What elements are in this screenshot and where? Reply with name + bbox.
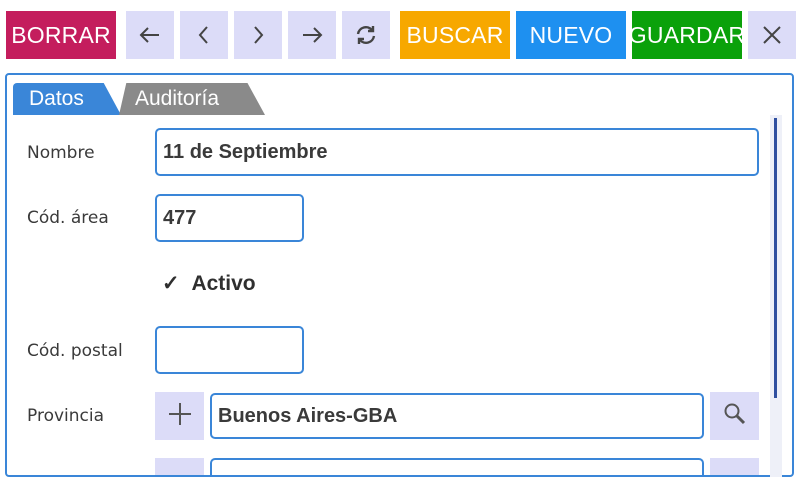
refresh-button[interactable] (342, 11, 390, 59)
tab-datos-label: Datos (29, 87, 84, 110)
check-icon: ✓ (162, 272, 180, 295)
provincia-input[interactable]: Buenos Aires-GBA (210, 393, 704, 439)
next-record-button[interactable] (234, 11, 282, 59)
refresh-icon (353, 22, 379, 48)
nombre-value: 11 de Septiembre (163, 140, 328, 163)
chevron-right-icon (245, 22, 271, 48)
add-provincia-button[interactable] (155, 392, 204, 440)
cod-postal-input[interactable] (155, 326, 304, 374)
arrow-left-icon (137, 22, 163, 48)
borrar-button[interactable]: BORRAR (6, 11, 116, 59)
first-record-button[interactable] (126, 11, 174, 59)
previous-record-button[interactable] (180, 11, 228, 59)
search-provincia-button[interactable] (710, 392, 759, 440)
guardar-label: GUARDAR (628, 21, 746, 48)
close-icon (760, 23, 784, 47)
provincia-label: Provincia (27, 406, 105, 426)
activo-label: Activo (191, 272, 256, 295)
guardar-button[interactable]: GUARDAR (628, 11, 746, 59)
plus-icon (167, 401, 193, 431)
borrar-label: BORRAR (11, 21, 111, 48)
chevron-left-icon (191, 22, 217, 48)
buscar-label: BUSCAR (406, 21, 504, 48)
search-icon (722, 401, 748, 431)
close-button[interactable] (748, 11, 796, 59)
scrollbar-thumb[interactable] (774, 118, 777, 398)
tab-datos[interactable]: Datos (13, 83, 121, 115)
cod-area-input[interactable]: 477 (155, 194, 304, 242)
nuevo-button[interactable]: NUEVO (516, 11, 626, 59)
nombre-label: Nombre (27, 143, 95, 163)
cod-area-value: 477 (163, 206, 197, 229)
buscar-button[interactable]: BUSCAR (400, 11, 510, 59)
nuevo-label: NUEVO (529, 21, 613, 48)
search-next-button[interactable] (710, 458, 759, 475)
last-record-button[interactable] (288, 11, 336, 59)
next-field-input[interactable] (210, 458, 704, 475)
provincia-value: Buenos Aires-GBA (218, 404, 398, 427)
tab-auditoria-label: Auditoría (135, 87, 220, 110)
cod-area-label: Cód. área (27, 208, 109, 228)
nombre-input[interactable]: 11 de Septiembre (155, 128, 759, 176)
cod-postal-label: Cód. postal (27, 341, 123, 361)
tab-auditoria[interactable]: Auditoría (119, 83, 265, 115)
arrow-right-icon (299, 22, 325, 48)
activo-checkbox[interactable]: ✓ Activo (162, 271, 256, 296)
add-next-button[interactable] (155, 458, 204, 475)
